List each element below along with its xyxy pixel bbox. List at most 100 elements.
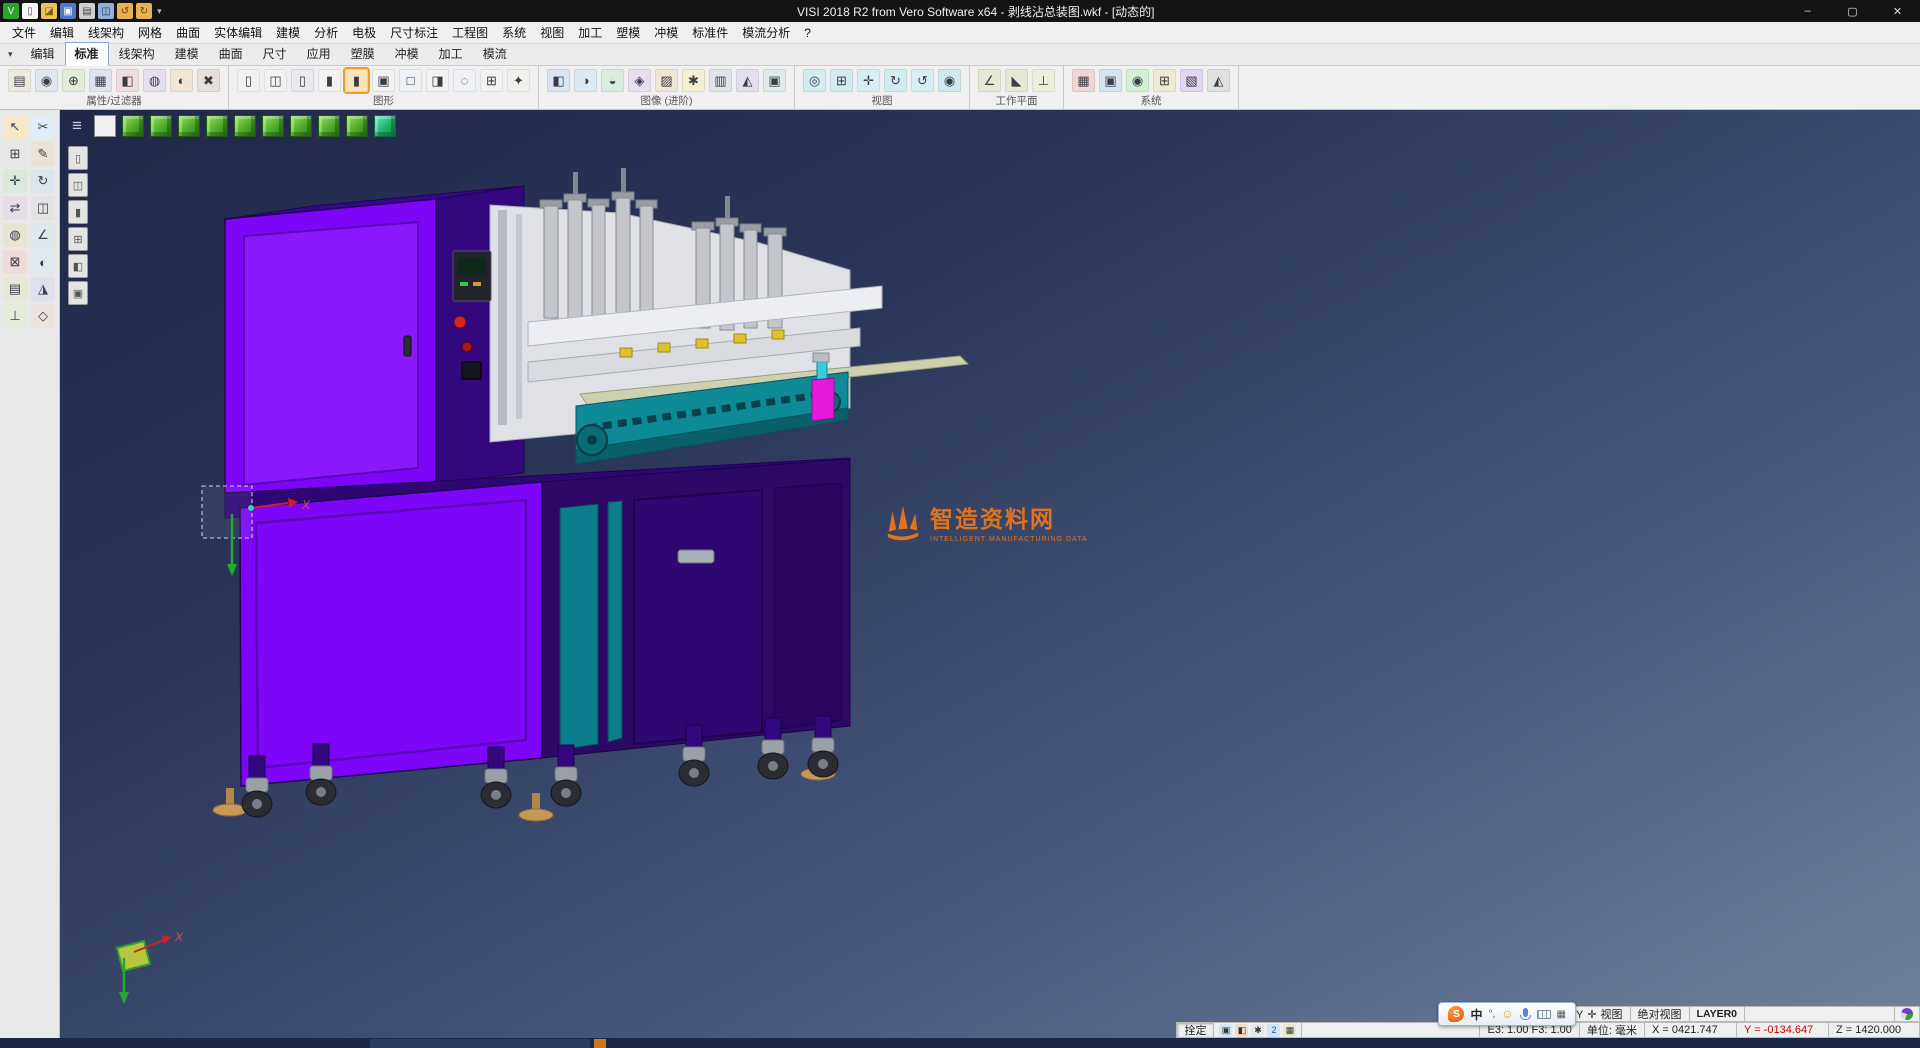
sketch-icon[interactable]: ✎	[31, 142, 55, 166]
world-icon[interactable]: ◉	[1126, 69, 1149, 92]
sogou-logo[interactable]: S	[1448, 1006, 1464, 1022]
maximize-button[interactable]: ▢	[1830, 0, 1875, 22]
tab[interactable]: 曲面	[209, 42, 253, 66]
window-copy-icon[interactable]: ◫	[98, 3, 114, 19]
viewport-menu-icon[interactable]: ≡	[66, 115, 88, 137]
reflection-icon[interactable]: ◒	[601, 69, 624, 92]
capture-image-icon[interactable]: ▣	[763, 69, 786, 92]
previous-view-icon[interactable]: ↺	[911, 69, 934, 92]
offset-icon[interactable]: ◫	[31, 196, 55, 220]
shadow-icon[interactable]: ◑	[574, 69, 597, 92]
attributes-icon[interactable]: ▤	[8, 69, 31, 92]
close-button[interactable]: ✕	[1875, 0, 1920, 22]
render-quality-icon[interactable]: ◧	[547, 69, 570, 92]
menu-item[interactable]: 建模	[269, 24, 307, 41]
solid-cylinder-icon[interactable]: ▮	[318, 69, 341, 92]
tab[interactable]: 建模	[165, 42, 209, 66]
menu-item[interactable]: 加工	[571, 24, 609, 41]
snap-grid-icon[interactable]: ⊞	[3, 142, 27, 166]
menu-item[interactable]: 实体编辑	[207, 24, 269, 41]
front-view-icon[interactable]	[150, 115, 172, 137]
palette-boxed-icon[interactable]: ▣	[68, 281, 88, 305]
layer-indicator[interactable]: LAYER0	[1689, 1006, 1744, 1022]
ime-toolbox-icon[interactable]: ▦	[1557, 1009, 1566, 1020]
lock-toggle[interactable]: 拴定	[1176, 1022, 1213, 1038]
tab[interactable]: 标准	[65, 42, 109, 66]
dimension-icon[interactable]: ∠	[31, 223, 55, 247]
menu-item[interactable]: 文件	[5, 24, 43, 41]
normal-icon[interactable]: ⊥	[3, 304, 27, 328]
dynamic-view-icon[interactable]: ◉	[938, 69, 961, 92]
open-file-icon[interactable]: ◪	[41, 3, 57, 19]
copy-attributes-icon[interactable]: ⊕	[62, 69, 85, 92]
measure-icon[interactable]: ◍	[3, 223, 27, 247]
new-file-icon[interactable]: ▯	[22, 3, 38, 19]
pan-view-icon[interactable]: ✛	[857, 69, 880, 92]
clear-filter-icon[interactable]: ✖	[197, 69, 220, 92]
pyramid-icon[interactable]: ◭	[1207, 69, 1230, 92]
rotate-view-icon[interactable]: ↻	[884, 69, 907, 92]
quick-access-caret-icon[interactable]: ▾	[152, 6, 167, 17]
material-icon[interactable]: ◈	[628, 69, 651, 92]
section-view-icon[interactable]: ◨	[426, 69, 449, 92]
trim-icon[interactable]: ✂	[31, 115, 55, 139]
move-icon[interactable]: ✛	[3, 169, 27, 193]
zoom-all-icon[interactable]: ◎	[803, 69, 826, 92]
type-filter-icon[interactable]: ◍	[143, 69, 166, 92]
tab[interactable]: 冲模	[385, 42, 429, 66]
machine-model[interactable]: X X	[60, 110, 1920, 1038]
ime-punct-toggle[interactable]: °,	[1489, 1009, 1496, 1020]
visi-logo[interactable]: V	[3, 3, 19, 19]
menu-item[interactable]: 曲面	[169, 24, 207, 41]
pattern-icon[interactable]: ▧	[1180, 69, 1203, 92]
palette-solid-icon[interactable]: ▮	[68, 200, 88, 224]
taskbar-strip[interactable]	[0, 1038, 1920, 1048]
print-icon[interactable]: ▤	[79, 3, 95, 19]
highlight-view-icon[interactable]: ✦	[507, 69, 530, 92]
capture-tool-icon[interactable]: ▣	[1219, 1024, 1232, 1037]
tab[interactable]: 线架构	[109, 42, 165, 66]
workplane-3point-icon[interactable]: ⊥	[1032, 69, 1055, 92]
redo-icon[interactable]: ↻	[136, 3, 152, 19]
table-icon[interactable]: ⊞	[1153, 69, 1176, 92]
minimize-button[interactable]: –	[1785, 0, 1830, 22]
select-icon[interactable]: ↖	[3, 115, 27, 139]
viewport[interactable]: ≡ ▯◫▮⊞◧▣	[60, 110, 1920, 1038]
color-filter-icon[interactable]: ◧	[116, 69, 139, 92]
shaded-view-icon[interactable]: ▮	[345, 69, 368, 92]
trimetric-view-icon[interactable]	[318, 115, 340, 137]
tab-overflow-icon[interactable]: ▾	[4, 49, 21, 65]
visibility-filter-icon[interactable]: ◐	[170, 69, 193, 92]
match-properties-icon[interactable]: ◉	[35, 69, 58, 92]
ime-mic-icon[interactable]	[1520, 1008, 1531, 1020]
edges-only-icon[interactable]: ⊞	[480, 69, 503, 92]
light-icon[interactable]: ✱	[682, 69, 705, 92]
ghost-view-icon[interactable]: ◌	[453, 69, 476, 92]
clip-plane-icon[interactable]: ◭	[736, 69, 759, 92]
menu-item[interactable]: 线架构	[81, 24, 131, 41]
top-view-icon[interactable]	[262, 115, 284, 137]
palette-grid-icon[interactable]: ⊞	[68, 227, 88, 251]
workplane-xy-icon[interactable]: ∠	[978, 69, 1001, 92]
background-icon[interactable]: ▥	[709, 69, 732, 92]
section-icon[interactable]: ◮	[31, 277, 55, 301]
tab[interactable]: 尺寸	[253, 42, 297, 66]
view-mode-indicator[interactable]: 绝对视图	[1630, 1006, 1689, 1022]
menu-item[interactable]: 网格	[131, 24, 169, 41]
zoom-window-icon[interactable]: ⊞	[830, 69, 853, 92]
tab[interactable]: 编辑	[21, 42, 65, 66]
save-file-icon[interactable]: ▣	[60, 3, 76, 19]
notify-tool-icon[interactable]: 2	[1267, 1024, 1280, 1037]
blank-view-icon[interactable]	[94, 115, 116, 137]
menu-item[interactable]: 塑模	[609, 24, 647, 41]
wireframe-cylinder-icon[interactable]: ▯	[237, 69, 260, 92]
workplane-align-icon[interactable]: ◣	[1005, 69, 1028, 92]
ime-lang-toggle[interactable]: 中	[1470, 1006, 1482, 1023]
monitor-icon[interactable]: ▣	[1099, 69, 1122, 92]
menu-item[interactable]: 尺寸标注	[383, 24, 445, 41]
bottom-view-icon[interactable]	[290, 115, 312, 137]
menu-item[interactable]: ?	[797, 26, 818, 40]
hidden-line-cylinder-icon[interactable]: ◫	[264, 69, 287, 92]
transparent-view-icon[interactable]: □	[399, 69, 422, 92]
layer-filter-icon[interactable]: ▦	[89, 69, 112, 92]
